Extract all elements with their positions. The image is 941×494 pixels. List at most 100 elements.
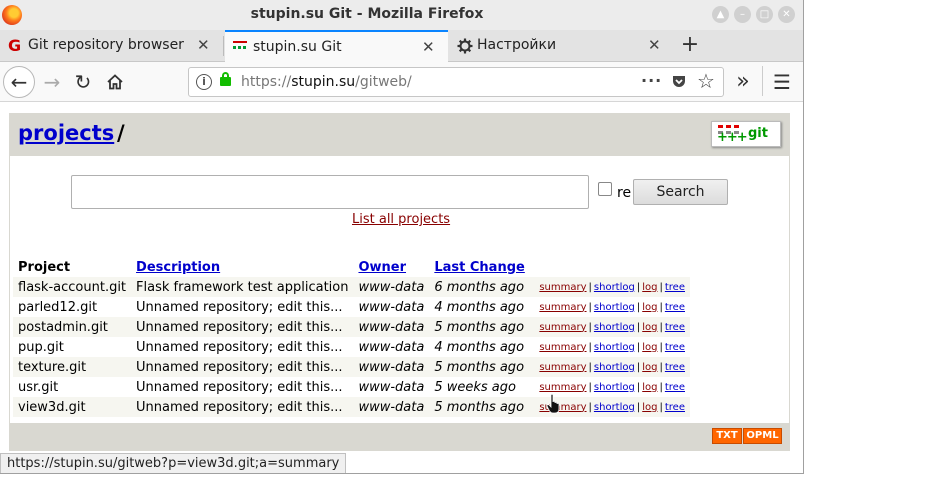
window-minimize-icon[interactable]: – (734, 6, 751, 23)
window-up-icon[interactable]: ▲ (712, 6, 729, 23)
breadcrumb-separator: / (117, 121, 125, 145)
tree-link[interactable]: tree (665, 322, 685, 333)
log-link[interactable]: log (642, 302, 657, 313)
gear-icon (457, 38, 473, 54)
window-close-icon[interactable]: ✕ (778, 6, 795, 23)
link-separator: | (588, 401, 592, 413)
log-link[interactable]: log (642, 322, 657, 333)
project-last-change: 5 weeks ago (434, 379, 516, 395)
project-name-link[interactable]: flask-account.git (13, 277, 132, 297)
link-separator: | (588, 281, 592, 293)
url-text[interactable]: https://stupin.su/gitweb/ (241, 74, 412, 90)
tree-link[interactable]: tree (665, 302, 685, 313)
page-header: projects / +++ git (9, 113, 790, 156)
project-name-link[interactable]: view3d.git (13, 397, 132, 417)
title-bar: stupin.su Git - Mozilla Firefox ▲ – □ ✕ (0, 0, 803, 30)
hamburger-menu-icon[interactable]: ☰ (767, 67, 797, 97)
project-action-links: summary | shortlog | log | tree (531, 337, 690, 357)
log-link[interactable]: log (642, 282, 657, 293)
home-icon[interactable] (100, 67, 130, 97)
project-owner: www-data (353, 277, 430, 297)
summary-link[interactable]: summary (539, 302, 586, 313)
browser-window: stupin.su Git - Mozilla Firefox ▲ – □ ✕ … (0, 0, 804, 474)
page-actions-icon[interactable]: ··· (641, 71, 662, 90)
shortlog-link[interactable]: shortlog (594, 382, 635, 393)
url-bar[interactable]: i https://stupin.su/gitweb/ ··· ☆ (188, 67, 724, 97)
summary-link[interactable]: summary (539, 362, 586, 373)
shortlog-link[interactable]: shortlog (594, 322, 635, 333)
project-last-change: 5 months ago (429, 357, 532, 377)
shortlog-link[interactable]: shortlog (594, 302, 635, 313)
project-description: Unnamed repository; edit this... (131, 317, 354, 337)
project-owner: www-data (353, 397, 430, 417)
close-tab-icon[interactable]: ✕ (422, 38, 435, 56)
link-separator: | (588, 381, 592, 393)
pocket-icon[interactable] (671, 74, 687, 90)
new-tab-plus-icon[interactable]: + (675, 30, 705, 60)
project-name-link[interactable]: texture.git (13, 357, 132, 377)
page-content: projects / +++ git re Search List all pr… (0, 103, 803, 473)
shortlog-link[interactable]: shortlog (594, 282, 635, 293)
search-button[interactable]: Search (633, 179, 728, 205)
project-name-link[interactable]: postadmin.git (13, 317, 132, 337)
search-input[interactable] (71, 175, 589, 209)
column-header-description[interactable]: Description (131, 257, 353, 277)
back-arrow-icon[interactable]: ← (3, 66, 35, 98)
tree-link[interactable]: tree (665, 362, 685, 373)
project-last-change: 6 months ago (429, 277, 532, 297)
window-maximize-icon[interactable]: □ (756, 6, 773, 23)
column-header-last-change[interactable]: Last Change (429, 257, 531, 277)
tab-separator (223, 36, 224, 56)
tab-label: stupin.su Git (253, 39, 342, 55)
log-link[interactable]: log (642, 362, 657, 373)
close-tab-icon[interactable]: ✕ (197, 36, 210, 54)
project-name-link[interactable]: parled12.git (13, 297, 131, 317)
tab-label: Git repository browser (28, 37, 184, 53)
list-all-projects-link[interactable]: List all projects (352, 212, 450, 227)
close-tab-icon[interactable]: ✕ (648, 36, 661, 54)
project-description: Unnamed repository; edit this... (131, 357, 354, 377)
tree-link[interactable]: tree (665, 282, 685, 293)
tab-git-repository-browser[interactable]: G Git repository browser ✕ (0, 30, 224, 62)
table-row: view3d.git Unnamed repository; edit this.… (13, 397, 690, 417)
site-info-icon[interactable]: i (196, 74, 212, 90)
tree-link[interactable]: tree (665, 382, 685, 393)
log-link[interactable]: log (642, 342, 657, 353)
shortlog-link[interactable]: shortlog (594, 402, 635, 413)
table-row: postadmin.git Unnamed repository; edit th… (13, 317, 690, 337)
project-name-link[interactable]: pup.git (13, 337, 131, 357)
shortlog-link[interactable]: shortlog (594, 342, 635, 353)
opml-feed-button[interactable]: OPML (743, 428, 782, 444)
summary-link[interactable]: summary (539, 382, 586, 393)
projects-table-body: flask-account.git Flask framework test ap… (13, 277, 690, 417)
git-logo-plus: +++ (717, 130, 748, 145)
tree-link[interactable]: tree (665, 402, 685, 413)
tab-settings[interactable]: Настройки ✕ (449, 30, 674, 62)
git-logo-text: git (748, 126, 768, 141)
log-link[interactable]: log (642, 402, 657, 413)
project-description: Unnamed repository; edit this... (136, 379, 343, 395)
projects-link[interactable]: projects (18, 121, 114, 145)
toolbar-separator (762, 66, 763, 96)
git-favicon-icon: G (8, 37, 21, 55)
log-link[interactable]: log (642, 382, 657, 393)
lock-icon[interactable] (220, 72, 231, 86)
git-logo[interactable]: +++ git (711, 121, 781, 147)
overflow-chevron-icon[interactable]: » (728, 67, 758, 97)
tab-stupin-git[interactable]: stupin.su Git ✕ (225, 30, 448, 63)
projects-table: Project Description Owner Last Change fl… (13, 257, 690, 417)
summary-link[interactable]: summary (539, 322, 586, 333)
hand-cursor-icon (547, 394, 560, 414)
tree-link[interactable]: tree (665, 342, 685, 353)
project-name-link[interactable]: usr.git (13, 377, 131, 397)
regex-checkbox[interactable] (598, 182, 612, 196)
summary-link[interactable]: summary (539, 282, 586, 293)
column-header-owner[interactable]: Owner (353, 257, 429, 277)
summary-link[interactable]: summary (539, 342, 586, 353)
shortlog-link[interactable]: shortlog (594, 362, 635, 373)
reload-icon[interactable]: ↻ (68, 67, 98, 97)
column-header-project: Project (18, 259, 71, 275)
txt-feed-button[interactable]: TXT (712, 428, 742, 444)
bookmark-star-icon[interactable]: ☆ (697, 69, 715, 93)
forward-arrow-icon[interactable]: → (37, 67, 67, 97)
